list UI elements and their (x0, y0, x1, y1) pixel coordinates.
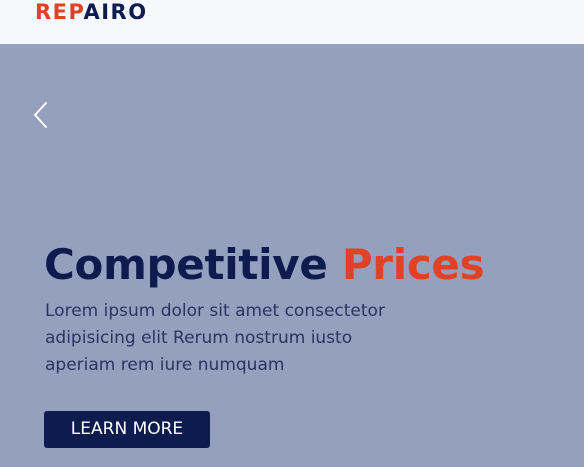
chevron-left-icon[interactable] (30, 100, 50, 130)
brand-logo[interactable]: REPAIRO (35, 0, 148, 24)
logo-accent-text: REP (35, 0, 84, 24)
hero-title-accent: Prices (341, 240, 485, 289)
site-header: REPAIRO (0, 0, 584, 44)
logo-main-text: AIRO (83, 0, 148, 24)
hero-title-main: Competitive (44, 240, 342, 289)
hero-title: Competitive Prices (44, 240, 485, 290)
hero-slider: Competitive Prices Lorem ipsum dolor sit… (0, 44, 584, 467)
hero-description: Lorem ipsum dolor sit amet consectetor a… (45, 301, 385, 375)
learn-more-button[interactable]: LEARN MORE (44, 411, 210, 448)
